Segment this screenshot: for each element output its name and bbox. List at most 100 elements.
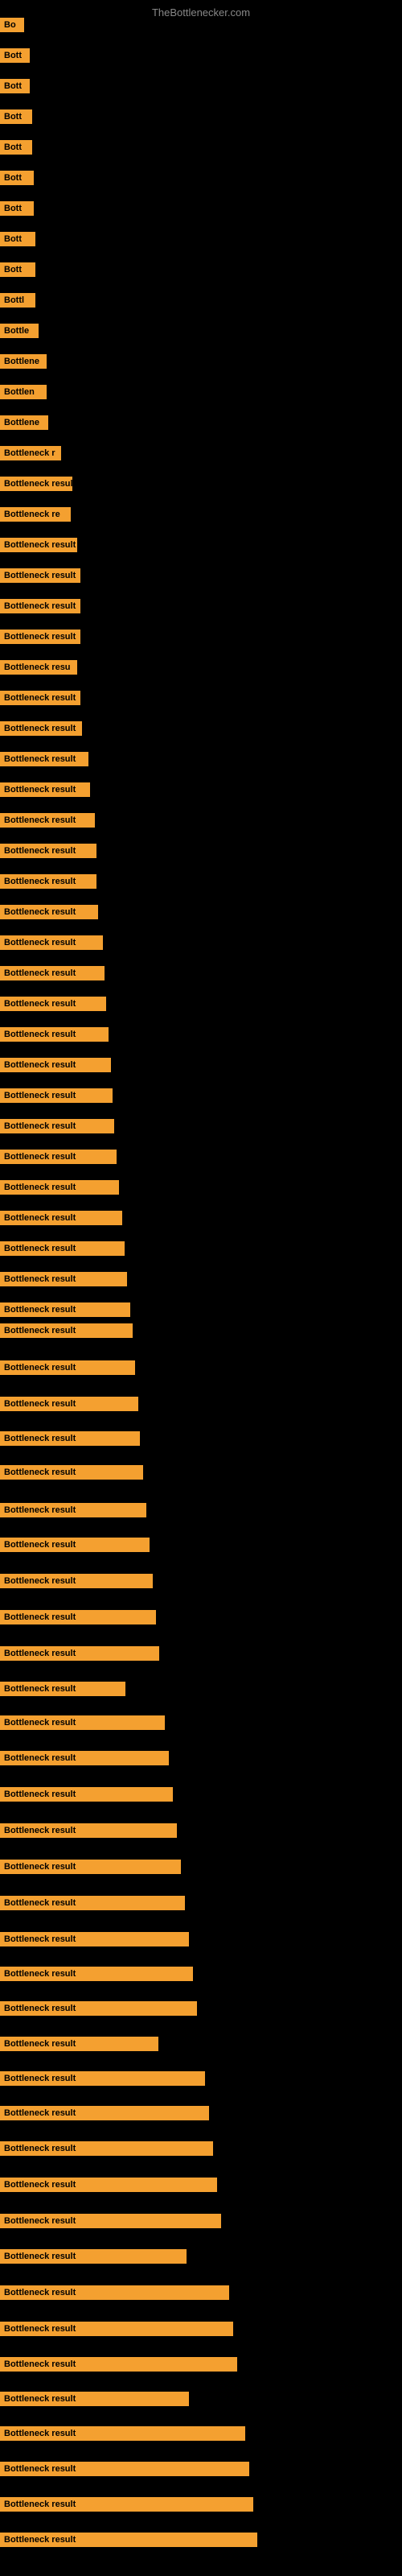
bottleneck-item[interactable]: Bottleneck result: [0, 630, 80, 644]
bottleneck-item[interactable]: Bottleneck result: [0, 721, 82, 736]
bottleneck-item[interactable]: Bottleneck result: [0, 1272, 127, 1286]
bottleneck-item[interactable]: Bottleneck result: [0, 2106, 209, 2120]
bottleneck-item[interactable]: Bottlene: [0, 354, 47, 369]
bottleneck-item[interactable]: Bottleneck result: [0, 1027, 109, 1042]
bottleneck-item[interactable]: Bott: [0, 201, 34, 216]
bottleneck-label: Bottleneck result: [0, 2533, 257, 2547]
bottleneck-item[interactable]: Bottleneck result: [0, 1860, 181, 1874]
bottleneck-item[interactable]: Bottleneck result: [0, 1088, 113, 1103]
bottleneck-label: Bottleneck result: [0, 721, 82, 736]
bottleneck-item[interactable]: Bottleneck result: [0, 1180, 119, 1195]
bottleneck-item[interactable]: Bottleneck result: [0, 1058, 111, 1072]
bottleneck-item[interactable]: Bott: [0, 232, 35, 246]
bottleneck-item[interactable]: Bottleneck result: [0, 477, 72, 491]
bottleneck-item[interactable]: Bottleneck result: [0, 1646, 159, 1661]
bottleneck-item[interactable]: Bottleneck result: [0, 1610, 156, 1624]
bottleneck-item[interactable]: Bottleneck result: [0, 1241, 125, 1256]
bottleneck-label: Bottleneck result: [0, 1682, 125, 1696]
bottleneck-item[interactable]: Bott: [0, 79, 30, 93]
bottleneck-item[interactable]: Bottleneck result: [0, 935, 103, 950]
bottleneck-label: Bottleneck result: [0, 2178, 217, 2192]
bottleneck-item[interactable]: Bottleneck result: [0, 1119, 114, 1133]
bottleneck-item[interactable]: Bottleneck result: [0, 2141, 213, 2156]
bottleneck-item[interactable]: Bottleneck result: [0, 1302, 130, 1317]
bottleneck-item[interactable]: Bottleneck result: [0, 2357, 237, 2372]
bottleneck-item[interactable]: Bottleneck result: [0, 1967, 193, 1981]
bottleneck-item[interactable]: Bottleneck result: [0, 1538, 150, 1552]
bottleneck-item[interactable]: Bottleneck result: [0, 997, 106, 1011]
bottleneck-item[interactable]: Bott: [0, 262, 35, 277]
bottleneck-item[interactable]: Bottleneck result: [0, 1932, 189, 1946]
bottleneck-item[interactable]: Bottleneck result: [0, 1896, 185, 1910]
bottleneck-label: Bottleneck result: [0, 538, 77, 552]
bottleneck-item[interactable]: Bottleneck resu: [0, 660, 77, 675]
bottleneck-item[interactable]: Bottleneck result: [0, 691, 80, 705]
bottleneck-item[interactable]: Bottleneck result: [0, 1751, 169, 1765]
bottleneck-item[interactable]: Bottleneck result: [0, 1431, 140, 1446]
bottleneck-label: Bottleneck result: [0, 2071, 205, 2086]
bottleneck-label: Bott: [0, 109, 32, 124]
bottleneck-item[interactable]: Bottle: [0, 324, 39, 338]
bottleneck-item[interactable]: Bott: [0, 140, 32, 155]
bottleneck-item[interactable]: Bottleneck result: [0, 599, 80, 613]
bottleneck-label: Bottleneck r: [0, 446, 61, 460]
bottleneck-item[interactable]: Bott: [0, 109, 32, 124]
bottleneck-label: Bottleneck result: [0, 2497, 253, 2512]
bottleneck-item[interactable]: Bottleneck result: [0, 1323, 133, 1338]
bottleneck-item[interactable]: Bottleneck result: [0, 1574, 153, 1588]
bottleneck-item[interactable]: Bottleneck result: [0, 2462, 249, 2476]
bottleneck-item[interactable]: Bottleneck result: [0, 782, 90, 797]
bottleneck-item[interactable]: Bottleneck result: [0, 752, 88, 766]
bottleneck-item[interactable]: Bottleneck r: [0, 446, 61, 460]
bottleneck-label: Bottleneck result: [0, 691, 80, 705]
bottleneck-item[interactable]: Bottleneck result: [0, 2533, 257, 2547]
bottleneck-item[interactable]: Bottleneck result: [0, 844, 96, 858]
bottleneck-item[interactable]: Bottleneck result: [0, 1715, 165, 1730]
bottleneck-label: Bottleneck result: [0, 844, 96, 858]
bottleneck-item[interactable]: Bottleneck result: [0, 1823, 177, 1838]
bottleneck-label: Bott: [0, 232, 35, 246]
bottleneck-item[interactable]: Bottleneck result: [0, 1360, 135, 1375]
bottleneck-item[interactable]: Bottleneck result: [0, 2285, 229, 2300]
bottleneck-item[interactable]: Bottlene: [0, 415, 48, 430]
bottleneck-item[interactable]: Bottleneck result: [0, 2071, 205, 2086]
bottleneck-item[interactable]: Bottleneck result: [0, 2392, 189, 2406]
bottleneck-item[interactable]: Bottleneck result: [0, 1682, 125, 1696]
bottleneck-label: Bottleneck result: [0, 1241, 125, 1256]
bottleneck-item[interactable]: Bottleneck result: [0, 2178, 217, 2192]
bottleneck-label: Bottleneck result: [0, 1027, 109, 1042]
bottleneck-item[interactable]: Bottleneck result: [0, 2214, 221, 2228]
bottleneck-label: Bottleneck result: [0, 1465, 143, 1480]
bottleneck-item[interactable]: Bottleneck result: [0, 2037, 158, 2051]
bottleneck-item[interactable]: Bottleneck result: [0, 813, 95, 828]
bottleneck-item[interactable]: Bottlen: [0, 385, 47, 399]
bottleneck-item[interactable]: Bottleneck result: [0, 874, 96, 889]
bottleneck-label: Bottleneck result: [0, 752, 88, 766]
bottleneck-item[interactable]: Bottleneck result: [0, 538, 77, 552]
bottleneck-item[interactable]: Bottleneck result: [0, 2426, 245, 2441]
bottleneck-label: Bottleneck result: [0, 2037, 158, 2051]
bottleneck-item[interactable]: Bottleneck result: [0, 2249, 187, 2264]
bottleneck-item[interactable]: Bottleneck re: [0, 507, 71, 522]
bottleneck-item[interactable]: Bottleneck result: [0, 1397, 138, 1411]
bottleneck-item[interactable]: Bott: [0, 171, 34, 185]
bottleneck-item[interactable]: Bottleneck result: [0, 1150, 117, 1164]
bottleneck-item[interactable]: Bottleneck result: [0, 2001, 197, 2016]
bottleneck-item[interactable]: Bottleneck result: [0, 1787, 173, 1802]
bottleneck-label: Bottleneck result: [0, 1896, 185, 1910]
bottleneck-item[interactable]: Bott: [0, 48, 30, 63]
bottleneck-item[interactable]: Bottleneck result: [0, 1465, 143, 1480]
bottleneck-label: Bottleneck result: [0, 905, 98, 919]
bottleneck-label: Bottleneck result: [0, 1932, 189, 1946]
bottleneck-label: Bottleneck re: [0, 507, 71, 522]
bottleneck-label: Bottleneck result: [0, 1211, 122, 1225]
bottleneck-item[interactable]: Bottl: [0, 293, 35, 308]
bottleneck-item[interactable]: Bottleneck result: [0, 1503, 146, 1517]
bottleneck-item[interactable]: Bottleneck result: [0, 966, 105, 980]
bottleneck-item[interactable]: Bottleneck result: [0, 905, 98, 919]
bottleneck-item[interactable]: Bottleneck result: [0, 568, 80, 583]
bottleneck-item[interactable]: Bottleneck result: [0, 1211, 122, 1225]
bottleneck-item[interactable]: Bo: [0, 18, 24, 32]
bottleneck-item[interactable]: Bottleneck result: [0, 2497, 253, 2512]
bottleneck-item[interactable]: Bottleneck result: [0, 2322, 233, 2336]
